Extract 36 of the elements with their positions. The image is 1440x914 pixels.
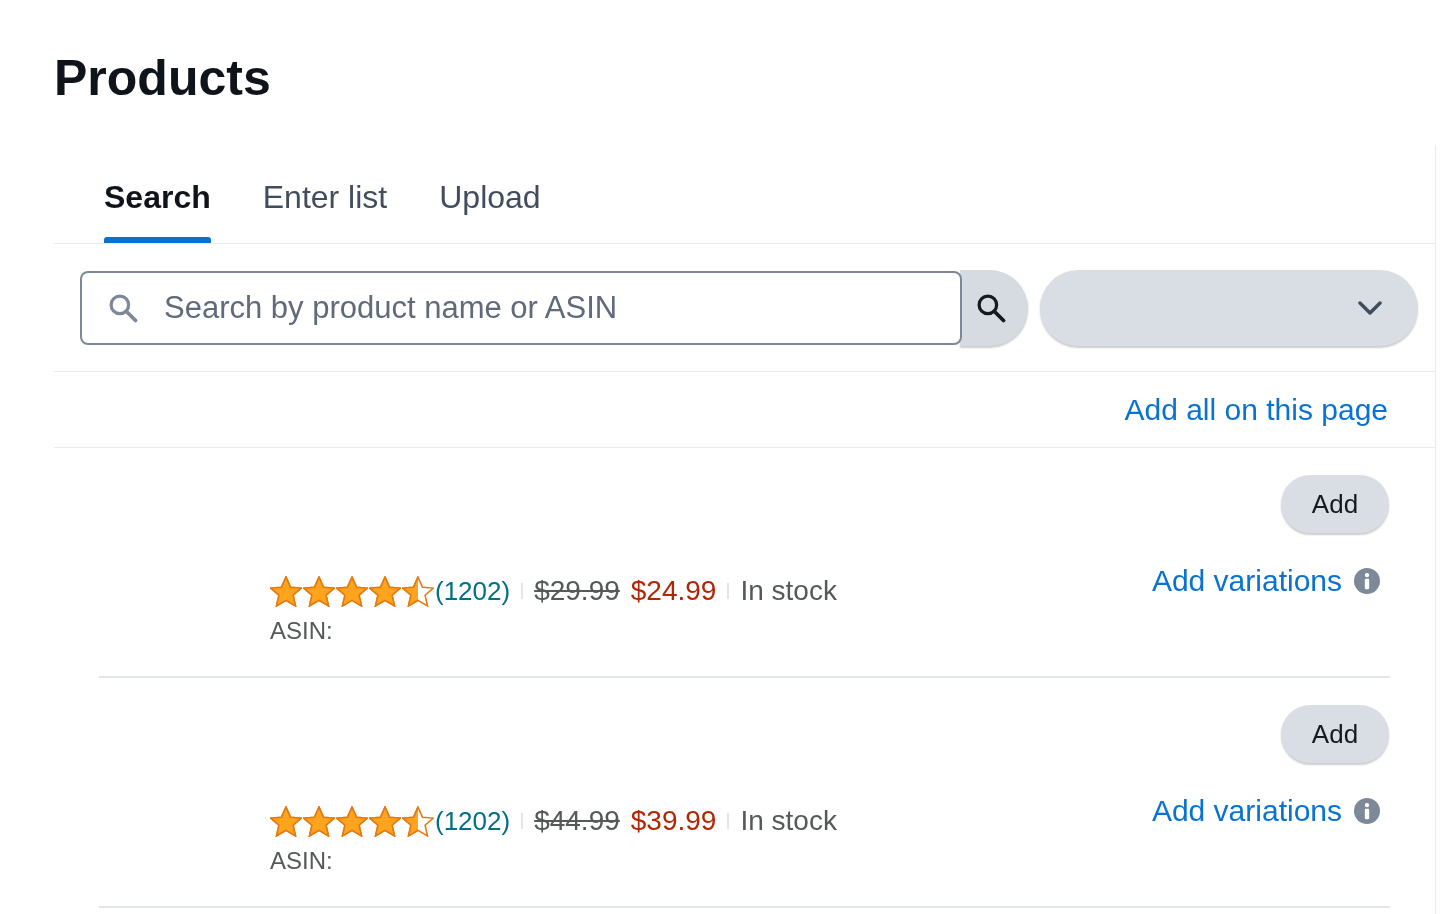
add-button[interactable]: Add — [1281, 705, 1389, 763]
stock-status: In stock — [740, 804, 837, 838]
review-count-link[interactable]: (1202) — [435, 805, 511, 837]
info-icon — [1354, 798, 1380, 824]
search-button[interactable] — [960, 270, 1028, 346]
tab[interactable]: Search — [104, 145, 211, 243]
add-variations-link[interactable]: Add variations — [1151, 561, 1342, 601]
search-field[interactable]: Search by product name or ASIN — [80, 271, 962, 345]
add-all-link[interactable]: Add all on this page — [1124, 391, 1388, 428]
add-button[interactable]: Add — [1281, 475, 1389, 533]
star-icon — [369, 805, 401, 837]
star-icon — [303, 805, 335, 837]
star-icon — [270, 805, 302, 837]
star-icon — [336, 575, 368, 607]
tab[interactable]: Upload — [439, 145, 541, 243]
add-variations-link[interactable]: Add variations — [1151, 791, 1342, 831]
review-count-link[interactable]: (1202) — [435, 575, 511, 607]
asin-label: ASIN: — [270, 847, 333, 874]
search-icon — [108, 293, 138, 323]
star-icon — [336, 805, 368, 837]
info-icon — [1354, 568, 1380, 594]
half-star-icon — [402, 805, 434, 837]
list-price: $29.99 — [534, 574, 620, 608]
half-star-icon — [402, 575, 434, 607]
star-icon — [270, 575, 302, 607]
stock-status: In stock — [740, 574, 837, 608]
sale-price: $39.99 — [630, 804, 717, 838]
star-icon — [303, 575, 335, 607]
search-icon — [976, 293, 1006, 323]
page-title: Products — [54, 49, 271, 108]
asin-label: ASIN: — [270, 617, 333, 644]
chevron-down-icon — [1358, 301, 1382, 315]
sale-price: $24.99 — [630, 574, 717, 608]
list-price: $44.99 — [534, 804, 620, 838]
star-icon — [369, 575, 401, 607]
tab[interactable]: Enter list — [262, 145, 388, 243]
